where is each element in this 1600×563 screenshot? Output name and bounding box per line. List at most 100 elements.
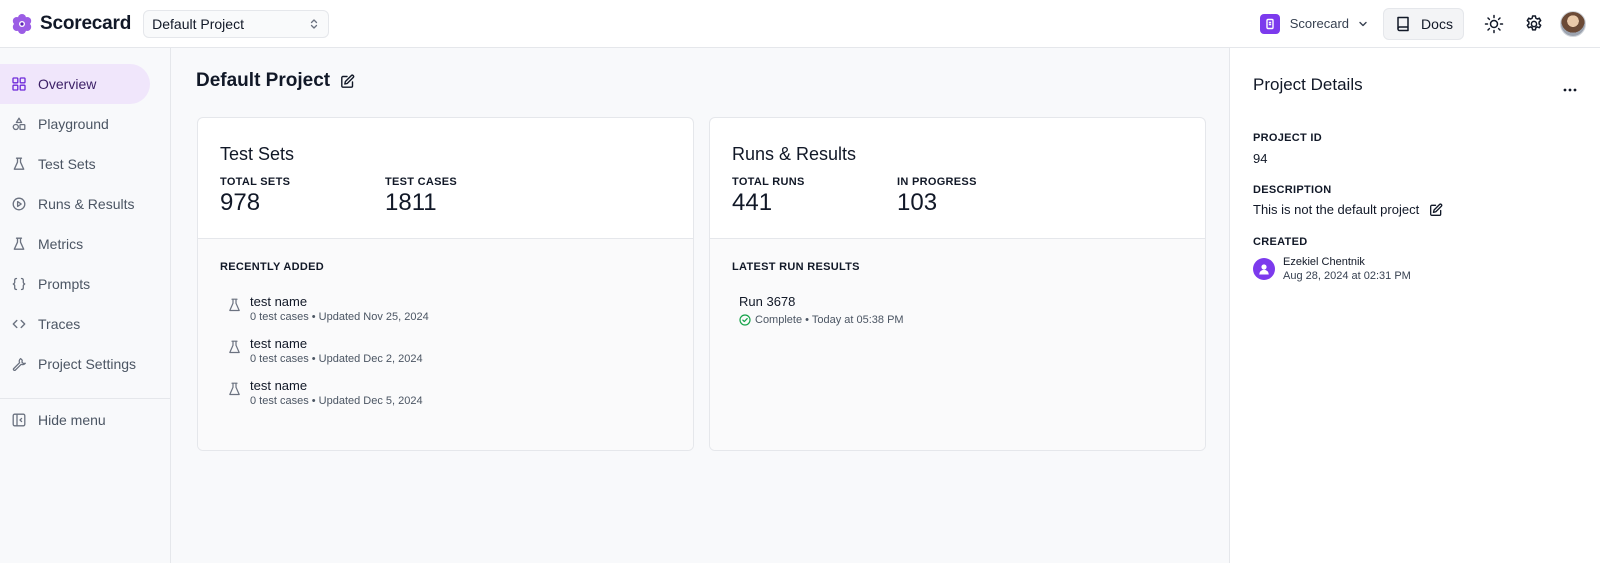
book-icon bbox=[1397, 16, 1409, 31]
run-status: Complete bbox=[755, 314, 803, 326]
stat-value: 441 bbox=[732, 189, 773, 216]
section-label: LATEST RUN RESULTS bbox=[732, 261, 860, 273]
test-set-list: test name 0 test cases • Updated Nov 25,… bbox=[220, 294, 671, 407]
run-name: Run 3678 bbox=[739, 294, 796, 309]
sidebar: Overview Playground Test Sets Runs & Res… bbox=[0, 48, 171, 563]
flask-icon bbox=[13, 157, 25, 170]
grid-icon bbox=[12, 77, 26, 91]
flask-icon bbox=[229, 298, 240, 312]
stat-value: 978 bbox=[220, 189, 261, 216]
list-item[interactable]: test name 0 test cases • Updated Nov 25,… bbox=[228, 294, 671, 323]
theme-toggle-button[interactable] bbox=[1478, 8, 1510, 40]
top-right-controls: Scorecard Docs bbox=[1259, 0, 1600, 48]
run-meta: Complete • Today at 05:38 PM bbox=[739, 314, 1183, 326]
page-title-row: Default Project bbox=[196, 70, 355, 92]
sun-icon bbox=[1484, 14, 1504, 33]
created-date: Aug 28, 2024 at 02:31 PM bbox=[1283, 270, 1411, 282]
gear-icon bbox=[1526, 14, 1542, 31]
card-title: Runs & Results bbox=[732, 144, 857, 164]
chevron-up-down-icon bbox=[310, 18, 318, 29]
sidebar-item-playground[interactable]: Playground bbox=[0, 104, 150, 144]
sidebar-item-project-settings[interactable]: Project Settings bbox=[0, 344, 150, 384]
stat-label: TOTAL SETS bbox=[220, 176, 291, 188]
sidebar-item-label: Metrics bbox=[38, 236, 84, 252]
latest-run-results-section: LATEST RUN RESULTS Run 3678 Complete • T… bbox=[710, 239, 1205, 450]
stat-total-runs: TOTAL RUNS 441 bbox=[732, 176, 897, 217]
test-set-meta: 0 test cases • Updated Dec 5, 2024 bbox=[250, 395, 423, 407]
sidebar-divider bbox=[0, 398, 170, 399]
sidebar-item-label: Playground bbox=[38, 116, 109, 132]
more-options-icon[interactable] bbox=[1560, 82, 1580, 96]
flower-logo-icon bbox=[12, 13, 32, 34]
list-item[interactable]: test name 0 test cases • Updated Dec 5, … bbox=[228, 378, 671, 407]
test-set-name: test name bbox=[250, 378, 308, 393]
docs-button[interactable]: Docs bbox=[1383, 7, 1464, 40]
sidebar-item-runs-results[interactable]: Runs & Results bbox=[0, 184, 150, 224]
sidebar-item-overview[interactable]: Overview bbox=[0, 64, 150, 104]
card-title: Test Sets bbox=[220, 144, 295, 164]
flask-icon bbox=[229, 340, 240, 354]
test-set-meta: 0 test cases • Updated Dec 2, 2024 bbox=[250, 353, 423, 365]
sidebar-item-label: Project Settings bbox=[38, 356, 137, 372]
edit-icon[interactable] bbox=[1429, 202, 1443, 217]
stat-in-progress: IN PROGRESS 103 bbox=[897, 176, 1062, 217]
description-row: This is not the default project bbox=[1253, 202, 1443, 217]
stats-row: TOTAL SETS 978 TEST CASES 1811 bbox=[220, 176, 671, 217]
list-item[interactable]: test name 0 test cases • Updated Dec 2, … bbox=[228, 336, 671, 365]
sidebar-item-metrics[interactable]: Metrics bbox=[0, 224, 150, 264]
sidebar-collapse-icon bbox=[12, 413, 26, 427]
test-set-name: test name bbox=[250, 336, 308, 351]
settings-button[interactable] bbox=[1518, 8, 1550, 40]
sidebar-item-label: Overview bbox=[38, 76, 97, 92]
test-set-name: test name bbox=[250, 294, 308, 309]
user-avatar[interactable] bbox=[1560, 10, 1586, 37]
runs-summary: Runs & Results TOTAL RUNS 441 IN PROGRES… bbox=[710, 118, 1205, 239]
play-circle-icon bbox=[12, 197, 26, 211]
project-id-label: PROJECT ID bbox=[1253, 132, 1323, 144]
wrench-icon bbox=[12, 357, 26, 371]
shapes-icon bbox=[12, 117, 26, 131]
project-select-value: Default Project bbox=[152, 15, 244, 32]
test-set-meta: 0 test cases • Updated Nov 25, 2024 bbox=[250, 311, 429, 323]
stat-value: 1811 bbox=[385, 189, 437, 216]
stat-label: IN PROGRESS bbox=[897, 176, 977, 188]
sidebar-item-traces[interactable]: Traces bbox=[0, 304, 150, 344]
org-name: Scorecard bbox=[1289, 16, 1349, 31]
stat-total-sets: TOTAL SETS 978 bbox=[220, 176, 385, 217]
sidebar-item-prompts[interactable]: Prompts bbox=[0, 264, 150, 304]
hide-menu-button[interactable]: Hide menu bbox=[0, 400, 150, 440]
hide-menu-label: Hide menu bbox=[38, 412, 106, 428]
sidebar-item-label: Prompts bbox=[38, 276, 91, 292]
brand-name: Scorecard bbox=[40, 12, 132, 34]
edit-icon[interactable] bbox=[340, 74, 355, 89]
stat-label: TEST CASES bbox=[385, 176, 458, 188]
stat-test-cases: TEST CASES 1811 bbox=[385, 176, 550, 217]
run-time: • Today at 05:38 PM bbox=[805, 314, 904, 326]
page-title: Default Project bbox=[196, 70, 331, 91]
stat-value: 103 bbox=[897, 189, 938, 216]
check-circle-icon bbox=[739, 314, 751, 326]
org-switcher[interactable]: Scorecard bbox=[1259, 13, 1369, 34]
test-sets-card: Test Sets TOTAL SETS 978 TEST CASES 1811… bbox=[197, 117, 694, 451]
created-label: CREATED bbox=[1253, 236, 1308, 248]
project-select[interactable]: Default Project bbox=[143, 9, 330, 38]
stat-label: TOTAL RUNS bbox=[732, 176, 805, 188]
creator-name: Ezekiel Chentnik bbox=[1283, 256, 1365, 268]
description-value: This is not the default project bbox=[1253, 202, 1420, 217]
chevron-down-icon bbox=[1359, 21, 1367, 26]
flask-icon bbox=[229, 382, 240, 396]
brand[interactable]: Scorecard bbox=[12, 13, 131, 35]
project-id-value: 94 bbox=[1253, 151, 1268, 166]
recently-added-section: RECENTLY ADDED test name 0 test cases • … bbox=[198, 239, 693, 450]
docs-label: Docs bbox=[1421, 15, 1453, 32]
code-icon bbox=[12, 319, 26, 329]
flask-icon bbox=[13, 237, 25, 250]
braces-icon bbox=[12, 277, 26, 291]
description-label: DESCRIPTION bbox=[1253, 184, 1332, 196]
run-item[interactable]: Run 3678 Complete • Today at 05:38 PM bbox=[739, 294, 1183, 326]
sidebar-item-label: Test Sets bbox=[38, 156, 96, 172]
top-bar: Scorecard Default Project Scorecard Docs bbox=[0, 0, 1600, 48]
sidebar-item-test-sets[interactable]: Test Sets bbox=[0, 144, 150, 184]
runs-results-card: Runs & Results TOTAL RUNS 441 IN PROGRES… bbox=[709, 117, 1206, 451]
test-sets-summary: Test Sets TOTAL SETS 978 TEST CASES 1811 bbox=[198, 118, 693, 239]
